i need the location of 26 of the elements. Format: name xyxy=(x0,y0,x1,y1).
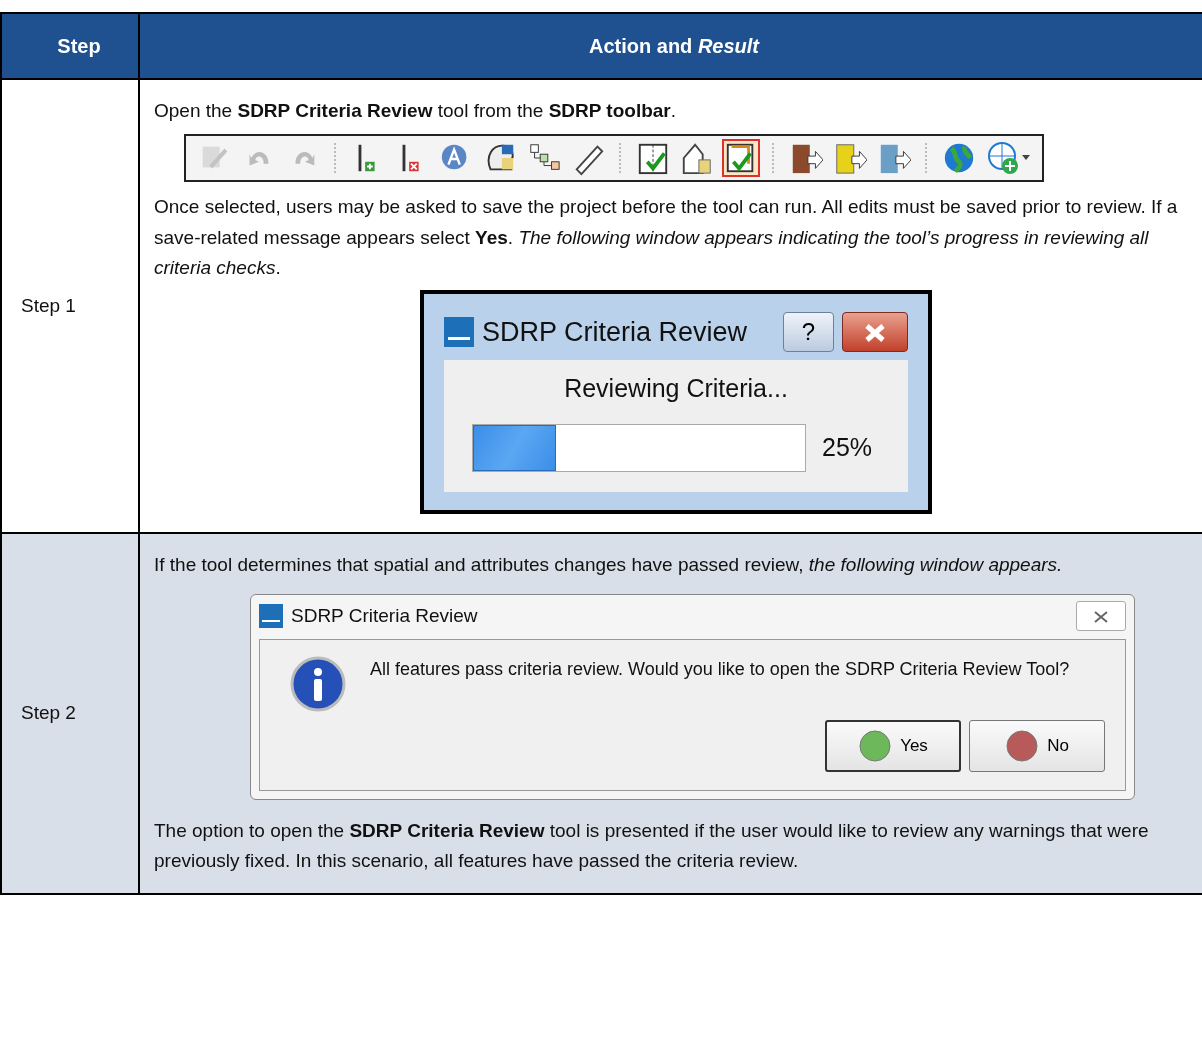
toolbar-button[interactable] xyxy=(722,139,760,178)
info-icon xyxy=(290,655,346,712)
paragraph: The option to open the SDRP Criteria Review tool is presented if the user would like to review any warnings that were previously fixed. In this scenario, all features have passed the criteria review. xyxy=(154,818,1150,874)
dialog-button[interactable]: No xyxy=(969,719,1105,772)
paragraph: Open the SDRP Criteria Review tool from the SDRP toolbar. xyxy=(154,99,678,123)
close-button[interactable] xyxy=(842,311,908,352)
confirm-circle-icon xyxy=(858,728,893,763)
app-icon xyxy=(259,603,283,628)
close-icon xyxy=(1093,609,1109,624)
column-header: Action and Result xyxy=(139,13,1202,79)
column-header: Step xyxy=(1,13,139,79)
close-button[interactable] xyxy=(1076,600,1126,631)
paragraph: If the tool determines that spatial and attributes changes have passed review, the following window appears. xyxy=(154,552,1064,577)
status-message: Reviewing Criteria... xyxy=(563,373,789,405)
dialog-title: SDRP Criteria Review xyxy=(291,603,478,628)
cancel-circle-icon xyxy=(1005,728,1040,763)
dialog-message: All features pass criteria review. Would you like to open the SDRP Criteria Review Tool? xyxy=(370,657,1070,681)
progress-percentage: 25% xyxy=(822,431,873,463)
help-button[interactable]: ? xyxy=(782,311,834,352)
step-label: Step 1 xyxy=(1,79,139,533)
dropdown-arrow-icon xyxy=(1022,155,1030,162)
paragraph: Once selected, users may be asked to save the project before the tool can run. All edits must be saved prior to review. If a save-related message appears select Yes. The following window appears indicating the tool’s progress in reviewing all criteria checks. xyxy=(154,195,1179,281)
dialog-button[interactable]: Yes xyxy=(825,719,961,772)
app-icon xyxy=(444,316,474,347)
step-label: Step 2 xyxy=(1,532,139,894)
dialog-title: SDRP Criteria Review xyxy=(482,315,748,349)
